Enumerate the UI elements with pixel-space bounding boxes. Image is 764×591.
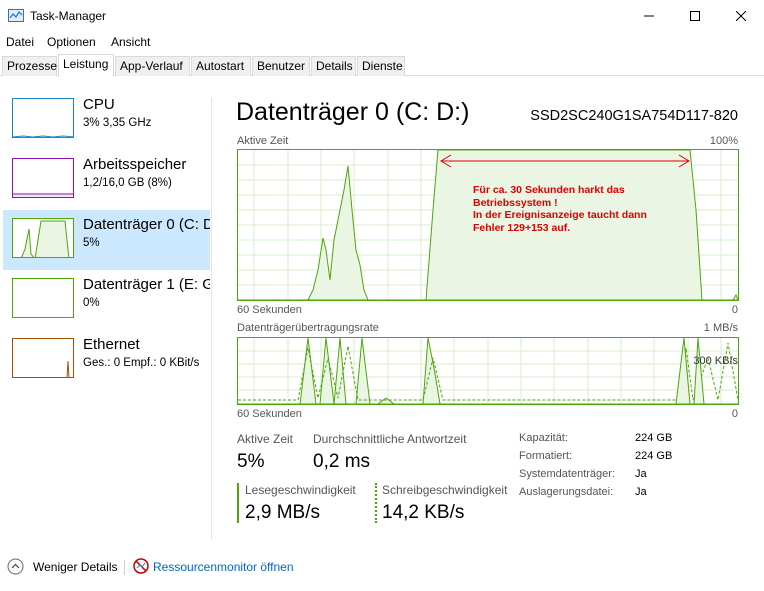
property-value: Ja bbox=[635, 486, 647, 498]
disk-model: SSD2SC240G1SA754D117-820 bbox=[530, 108, 738, 124]
tab-dienste[interactable]: Dienste bbox=[357, 56, 405, 76]
graph-transfer-rate-max-label: 1 MB/s bbox=[703, 322, 738, 334]
menu-optionen[interactable]: Optionen bbox=[47, 35, 96, 49]
property-key: Kapazität: bbox=[519, 432, 568, 444]
write-speed-label: Schreibgeschwindigkeit bbox=[382, 483, 508, 497]
graph-transfer-rate-xmin: 0 bbox=[731, 408, 738, 420]
graph-transfer-rate-label: Datenträgerübertragungsrate bbox=[237, 322, 379, 334]
menu-bar: Datei Optionen Ansicht bbox=[0, 32, 764, 52]
resource-monitor-link[interactable]: Ressourcenmonitor öffnen bbox=[153, 560, 294, 574]
close-icon bbox=[736, 11, 746, 21]
write-speed-value: 14,2 KB/s bbox=[382, 502, 465, 523]
active-time-stat-label: Aktive Zeit bbox=[237, 432, 294, 446]
graph-active-time-xlabel: 60 Sekunden bbox=[237, 304, 302, 316]
property-value: 224 GB bbox=[635, 450, 673, 462]
graph-transfer-rate-mid-label: 300 KB/s bbox=[693, 355, 738, 367]
tab-autostart[interactable]: Autostart bbox=[191, 56, 251, 76]
response-time-stat-label: Durchschnittliche Antwortzeit bbox=[313, 432, 467, 446]
minimize-icon bbox=[644, 15, 654, 17]
maximize-button[interactable] bbox=[672, 0, 718, 32]
sidebar-item-label: Arbeitsspeicher bbox=[83, 156, 187, 173]
read-speed-value: 2,9 MB/s bbox=[245, 502, 320, 523]
graph-active-time-max-label: 100% bbox=[709, 135, 738, 147]
chevron-up-circle-icon[interactable] bbox=[7, 558, 24, 575]
maximize-icon bbox=[690, 11, 700, 21]
fewer-details-link[interactable]: Weniger Details bbox=[33, 560, 117, 574]
tab-bar: Prozesse Leistung App-Verlauf Autostart … bbox=[0, 54, 764, 77]
sidebar-item-label: Ethernet bbox=[83, 336, 140, 353]
response-time-stat-value: 0,2 ms bbox=[313, 451, 371, 472]
property-key: Auslagerungsdatei: bbox=[519, 486, 614, 498]
transfer-rate-graph bbox=[237, 337, 739, 405]
footer: Weniger Details Ressourcenmonitor öffnen bbox=[0, 552, 764, 582]
read-speed-label: Lesegeschwindigkeit bbox=[245, 483, 356, 497]
sidebar-item-sub: 3% 3,35 GHz bbox=[83, 117, 152, 129]
sidebar-item-sub: 1,2/16,0 GB (8%) bbox=[83, 177, 172, 189]
annotation-arrow bbox=[440, 154, 690, 168]
sidebar-divider bbox=[211, 98, 212, 540]
tab-app-verlauf[interactable]: App-Verlauf bbox=[115, 56, 190, 76]
tab-leistung[interactable]: Leistung bbox=[58, 54, 114, 77]
write-speed-indicator bbox=[375, 483, 377, 523]
sidebar-item-label: CPU bbox=[83, 96, 115, 113]
active-time-stat-value: 5% bbox=[237, 451, 265, 472]
sidebar-item-disk-1[interactable]: Datenträger 1 (E: G:) 0% bbox=[3, 270, 210, 330]
task-manager-icon bbox=[8, 9, 24, 22]
window-title: Task-Manager bbox=[30, 9, 107, 23]
graph-active-time-label: Aktive Zeit bbox=[237, 135, 289, 147]
footer-divider bbox=[124, 560, 125, 575]
tab-details[interactable]: Details bbox=[311, 56, 356, 76]
title-bar: Task-Manager bbox=[0, 0, 764, 32]
sidebar-item-sub: 5% bbox=[83, 237, 100, 249]
resource-monitor-icon bbox=[133, 558, 149, 574]
sidebar: CPU 3% 3,35 GHz Arbeitsspeicher 1,2/16,0… bbox=[0, 90, 211, 540]
sidebar-item-cpu[interactable]: CPU 3% 3,35 GHz bbox=[3, 90, 210, 150]
page-title: Datenträger 0 (C: D:) bbox=[236, 98, 470, 126]
sidebar-item-memory[interactable]: Arbeitsspeicher 1,2/16,0 GB (8%) bbox=[3, 150, 210, 210]
sidebar-item-disk-0[interactable]: Datenträger 0 (C: D:) 5% bbox=[3, 210, 210, 270]
sidebar-item-ethernet[interactable]: Ethernet Ges.: 0 Empf.: 0 KBit/s bbox=[3, 330, 210, 390]
property-key: Formatiert: bbox=[519, 450, 573, 462]
graph-transfer-rate-xlabel: 60 Sekunden bbox=[237, 408, 302, 420]
cpu-thumbnail-graph bbox=[12, 98, 74, 138]
menu-ansicht[interactable]: Ansicht bbox=[111, 35, 150, 49]
property-value: Ja bbox=[635, 468, 647, 480]
minimize-button[interactable] bbox=[626, 0, 672, 32]
tab-benutzer[interactable]: Benutzer bbox=[252, 56, 310, 76]
disk-0-thumbnail-graph bbox=[12, 218, 74, 258]
ethernet-thumbnail-graph bbox=[12, 338, 74, 378]
read-speed-indicator bbox=[237, 483, 239, 523]
memory-thumbnail-graph bbox=[12, 158, 74, 198]
annotation-text: Für ca. 30 Sekunden harkt das Betriebssy… bbox=[473, 184, 647, 234]
close-button[interactable] bbox=[718, 0, 764, 32]
sidebar-item-label: Datenträger 0 (C: D:) bbox=[83, 216, 210, 233]
property-key: Systemdatenträger: bbox=[519, 468, 615, 480]
property-value: 224 GB bbox=[635, 432, 673, 444]
menu-datei[interactable]: Datei bbox=[6, 35, 34, 49]
disk-1-thumbnail-graph bbox=[12, 278, 74, 318]
sidebar-item-label: Datenträger 1 (E: G:) bbox=[83, 276, 210, 293]
graph-active-time-xmin: 0 bbox=[731, 304, 738, 316]
sidebar-item-sub: Ges.: 0 Empf.: 0 KBit/s bbox=[83, 357, 200, 369]
tab-prozesse[interactable]: Prozesse bbox=[2, 56, 57, 76]
sidebar-item-sub: 0% bbox=[83, 297, 100, 309]
